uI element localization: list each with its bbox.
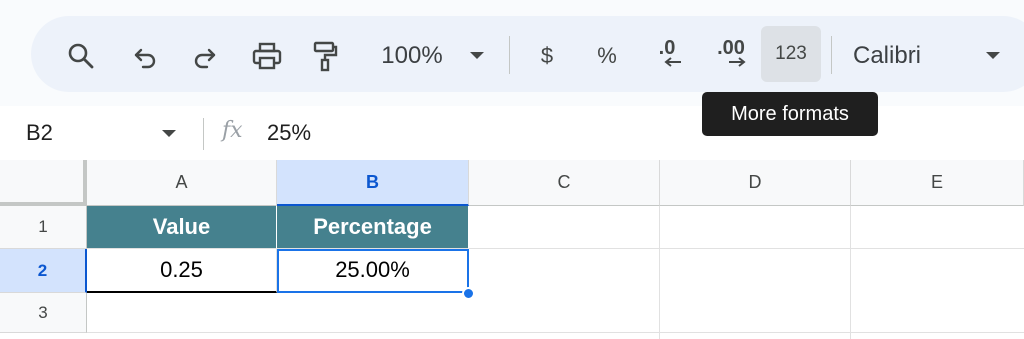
cell-b1[interactable]: Percentage: [277, 206, 469, 249]
gridline: [850, 206, 851, 339]
paint-format-icon[interactable]: [307, 38, 343, 74]
currency-format-button[interactable]: $: [531, 38, 563, 74]
increase-decimal-label: .00: [717, 37, 745, 59]
font-dropdown-icon[interactable]: [981, 38, 1005, 74]
cell-a1[interactable]: Value: [87, 206, 277, 249]
redo-icon[interactable]: [187, 38, 223, 74]
select-all-corner[interactable]: [0, 160, 87, 206]
column-header-b[interactable]: B: [277, 160, 469, 206]
decrease-decimal-label: .0: [658, 37, 676, 59]
row-header-1[interactable]: 1: [0, 206, 87, 249]
column-header-d[interactable]: D: [660, 160, 851, 206]
cell-b2[interactable]: 25.00%: [277, 249, 469, 293]
increase-decimal-button[interactable]: .00: [709, 38, 753, 74]
formula-input[interactable]: 25%: [267, 120, 311, 146]
column-header-c[interactable]: C: [469, 160, 660, 206]
toolbar-divider: [509, 36, 510, 74]
arrow-right-icon: [729, 57, 746, 67]
decrease-decimal-button[interactable]: .0: [647, 38, 687, 74]
search-icon[interactable]: [63, 38, 99, 74]
column-header-a[interactable]: A: [87, 160, 277, 206]
arrow-left-icon: [664, 57, 681, 67]
gridline: [659, 206, 660, 339]
spreadsheet-grid: A B C D E 1 2 3 Value Percentage 0.25 25…: [0, 160, 1024, 339]
column-header-e[interactable]: E: [851, 160, 1024, 206]
function-icon: fx: [222, 118, 243, 143]
gridline: [87, 332, 1024, 333]
percent-format-button[interactable]: %: [591, 38, 623, 74]
zoom-dropdown-icon[interactable]: [465, 38, 489, 74]
formula-bar-divider: [203, 118, 204, 150]
undo-icon[interactable]: [127, 38, 163, 74]
toolbar: 100% $ % .0 .00 123 Calibri: [31, 16, 1024, 92]
row-header-2[interactable]: 2: [0, 249, 87, 293]
gridline: [469, 248, 1024, 249]
fill-handle[interactable]: [462, 287, 475, 300]
toolbar-divider: [831, 36, 832, 74]
row-header-3[interactable]: 3: [0, 293, 87, 333]
more-formats-tooltip: More formats: [702, 92, 878, 136]
toolbar-area: 100% $ % .0 .00 123 Calibri: [0, 0, 1024, 106]
name-box[interactable]: B2: [26, 120, 53, 146]
print-icon[interactable]: [247, 38, 287, 74]
name-box-dropdown-icon[interactable]: [162, 130, 176, 137]
cell-a2[interactable]: 0.25: [87, 249, 277, 293]
font-select[interactable]: Calibri: [853, 38, 953, 74]
more-formats-button[interactable]: 123: [761, 26, 821, 82]
zoom-select[interactable]: 100%: [371, 38, 453, 74]
